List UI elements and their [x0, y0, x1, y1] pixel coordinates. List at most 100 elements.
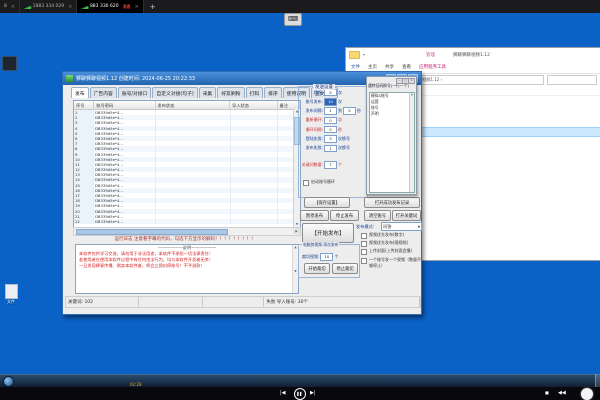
desktop-icon-file[interactable]: 文件 [1, 284, 21, 305]
checkbox-icon[interactable] [303, 180, 309, 186]
settings-label: 账号发布: [300, 99, 323, 105]
taskbar: Microsoft Excel - …任务管理器狮聊狮聊视频1.12狮聊狮聊视频… [0, 374, 600, 388]
option-checkbox[interactable]: 视频优先发布(随视频) [361, 240, 421, 247]
table-column-header[interactable]: 导入状态 [230, 101, 278, 109]
open-record-button[interactable]: 打开成功发布记录 [364, 197, 420, 208]
close-icon[interactable]: × [135, 4, 139, 10]
table-column-header[interactable]: 账号密码 [94, 101, 155, 109]
player-knob[interactable] [581, 388, 593, 400]
checkbox-icon[interactable] [361, 249, 367, 255]
ribbon-tab[interactable]: 文件 [351, 64, 360, 70]
ribbon-tab[interactable]: 主页 [368, 64, 377, 70]
app-tab[interactable]: 账号/对接口 [118, 87, 152, 98]
checkbox-label: 视频优先发布(随视频) [369, 240, 408, 246]
ribbon-tab[interactable]: 共享 [385, 64, 394, 70]
rewind-icon[interactable]: ◀◀ [558, 390, 566, 396]
previous-track-icon[interactable]: |◀ [280, 390, 286, 396]
log-lines: 本软件仅供学习交流，请勿用于非法用途，本软件不承担一切法律责任！若使用者在使用本… [76, 251, 298, 269]
checkbox-icon[interactable] [361, 258, 367, 264]
pause-publish-button[interactable]: 暂停发布 [300, 210, 329, 221]
option-checkbox[interactable]: 一个账号发一个视频（数量不够停止） [361, 257, 421, 269]
app-tab[interactable]: 排序 [264, 87, 282, 98]
app-tab[interactable]: 打码 [246, 87, 264, 98]
ribbon-tab[interactable]: 应用程序工具 [419, 64, 446, 70]
app-tab[interactable]: 广告内容 [90, 87, 117, 98]
settings-input[interactable]: 5 [343, 107, 356, 115]
settings-suffix: 次 [338, 90, 342, 96]
manage-tab[interactable]: 管理 [426, 52, 435, 58]
settings-mid-label: 到 [338, 108, 342, 114]
codes-panel-titlebar[interactable]: —□× [367, 77, 416, 83]
settings-input[interactable]: 7 [324, 161, 337, 169]
signal-icon: ▁▃▅ [81, 5, 88, 9]
start-publish-button[interactable]: 【开始发布】 [302, 223, 354, 243]
next-track-icon[interactable]: ▶| [310, 390, 316, 396]
table-horizontal-scrollbar[interactable]: ▶ [73, 227, 301, 236]
open-keywords-button[interactable]: 打开关键词 [392, 210, 421, 221]
ribbon-tab[interactable]: 查看 [402, 64, 411, 70]
codes-scrollbar[interactable]: ▲ [409, 93, 414, 192]
pause-icon[interactable]: ▌▌ [294, 388, 306, 400]
app-tab[interactable]: 自定义对接(句子) [152, 87, 197, 98]
desktop-icon-app[interactable] [2, 56, 17, 71]
close-icon[interactable]: × [68, 4, 72, 10]
close-icon[interactable]: × [408, 78, 415, 84]
table-header-row[interactable]: 序号账号密码发布状态导入状态备注 [74, 101, 300, 110]
settings-input[interactable]: 10 [324, 98, 337, 106]
stop-clip-button[interactable]: 停止裁切 [332, 263, 358, 274]
settings-label: 发布间隔: [300, 108, 323, 114]
app-tab[interactable]: 发布 [71, 87, 89, 98]
remote-tab[interactable]: ▁▃▅1883 334 029× [20, 0, 77, 13]
publish-mode-select[interactable]: 问答 ▾ [381, 222, 422, 231]
remote-tab[interactable]: ▁▃▅883 330 620消息× [77, 0, 143, 13]
table-column-header[interactable]: 发布状态 [156, 101, 231, 109]
settings-suffix: 个 [338, 162, 342, 168]
table-column-header[interactable]: 备注 [278, 101, 300, 109]
start-button[interactable] [3, 376, 14, 387]
clip-suffix: 个 [334, 254, 338, 260]
clear-accounts-button[interactable]: 清空账号 [364, 210, 391, 221]
app-tab[interactable]: 采集 [199, 87, 217, 98]
settings-suffix: 次换号 [338, 136, 350, 142]
checkbox-icon[interactable] [361, 241, 367, 247]
remote-tabs: 8×▁▃▅1883 334 029×▁▃▅883 330 620消息× [0, 0, 144, 13]
new-tab-button[interactable]: + [144, 0, 162, 13]
settings-suffix: 次 [338, 117, 342, 123]
app-tab[interactable]: 好友刷粉 [217, 87, 244, 98]
remote-tab[interactable]: 8× [0, 0, 20, 13]
option-checkbox[interactable]: 视频优先发布(数字) [361, 232, 421, 239]
settings-label: 线程: [300, 90, 323, 96]
group-title: 电脑剪视频·再次发布 [302, 242, 339, 248]
option-checkbox[interactable]: 上传封面(上传封面会慢) [361, 248, 421, 255]
file-icon [5, 284, 18, 299]
save-settings-button[interactable]: 【保存设置】 [304, 197, 350, 208]
loop-accounts-checkbox[interactable]: 启动账号循环 [303, 179, 335, 186]
show-desktop-button[interactable] [595, 374, 600, 387]
settings-input[interactable]: 0 [324, 126, 337, 134]
settings-label: 重新循环: [300, 117, 323, 123]
group-title: 发送设置 [313, 84, 335, 90]
status-cell: 关键词: 102 [66, 297, 139, 307]
search-input[interactable] [547, 75, 597, 85]
clip-count-input[interactable]: 10 [320, 253, 333, 261]
close-icon[interactable]: × [11, 4, 15, 10]
table-column-header[interactable]: 序号 [74, 101, 94, 109]
code-item[interactable]: 声明 [370, 111, 414, 117]
table-row[interactable]: 22DB339d5e*4… [74, 219, 300, 224]
settings-input[interactable]: 1 [324, 107, 337, 115]
checkbox-icon[interactable] [361, 233, 367, 239]
scrollbar-thumb[interactable] [76, 229, 228, 235]
quick-access-toolbar-icon[interactable]: ▾ [363, 52, 365, 57]
settings-input[interactable]: 0 [324, 117, 337, 125]
settings-input[interactable]: 3 [324, 135, 337, 143]
codes-listbox[interactable]: 模拟S账号运营账号声明 ▲ [369, 92, 415, 193]
log-textarea[interactable]: ——————说明—————— 本软件仅供学习交流，请勿用于非法用途，本软件不承担… [75, 244, 299, 294]
stop-publish-button[interactable]: 停止发布 [330, 210, 359, 221]
keyboard-icon[interactable]: ⌨ [284, 13, 302, 26]
explorer-titlebar[interactable]: ▾ 管理 狮聊狮聊视频1.12 [346, 48, 600, 61]
stop-icon[interactable]: ■ [545, 390, 549, 395]
app-title: 狮聊狮聊视频1.12 创建时间: 2024-06-25 20:22:33 [76, 75, 195, 82]
settings-input[interactable]: 1 [324, 145, 337, 153]
start-clip-button[interactable]: 开始裁切 [304, 263, 330, 274]
scroll-right-icon[interactable]: ▶ [293, 228, 300, 234]
